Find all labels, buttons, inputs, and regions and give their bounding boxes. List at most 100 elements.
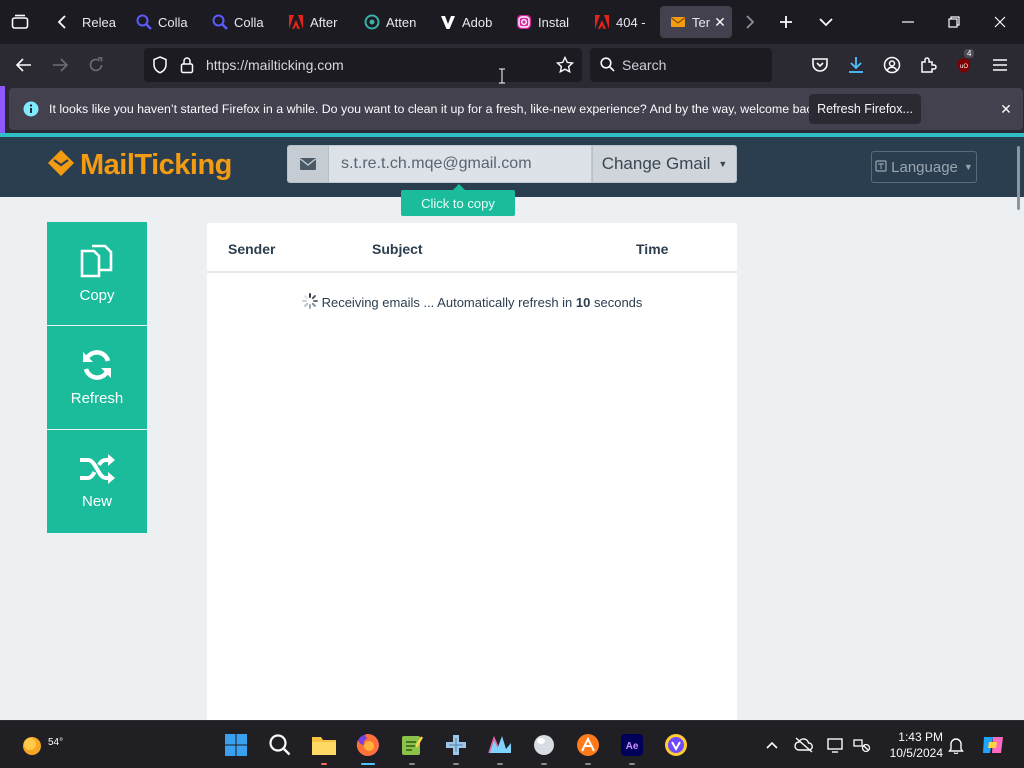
column-subject[interactable]: Subject [372,241,423,257]
creative-app-icon[interactable] [484,729,516,765]
padlock-icon[interactable] [180,56,194,77]
language-dropdown[interactable]: Language ▼ [871,151,977,183]
tab-label: Atten [386,14,417,30]
close-tab-icon[interactable]: ✕ [714,14,726,31]
show-hidden-icons-chevron-icon[interactable] [762,735,782,755]
caret-down-icon: ▼ [718,159,728,169]
tab-label: Colla [158,14,188,30]
display-icon[interactable] [826,735,846,755]
email-address-field[interactable]: s.t.re.t.ch.mqe@gmail.com [329,145,592,183]
new-email-button[interactable]: New [47,430,147,533]
running-indicator [585,763,591,765]
account-icon[interactable] [878,51,906,79]
column-sender[interactable]: Sender [228,241,275,257]
network-icon[interactable] [852,735,872,755]
url-text[interactable]: https://mailticking.com [206,57,344,73]
notes-app-icon[interactable] [396,729,428,765]
close-notification-icon[interactable]: ✕ [995,98,1017,120]
tab-after[interactable]: After [278,6,344,38]
envelope-icon [287,145,329,183]
inbox-table: Sender Subject Time Receiving emails ...… [207,223,737,720]
new-tab-icon[interactable] [772,8,800,36]
instagram-icon [516,14,532,30]
tab-manager-icon[interactable] [6,8,34,36]
restore-icon[interactable] [940,8,968,36]
close-window-icon[interactable] [986,8,1014,36]
file-explorer-icon[interactable] [308,729,340,765]
bookmark-star-icon[interactable] [555,55,575,77]
after-effects-icon[interactable]: Ae [616,729,648,765]
refresh-firefox-button[interactable]: Refresh Firefox... [809,94,921,124]
tab-label: Colla [234,14,264,30]
extensions-puzzle-icon[interactable] [914,51,942,79]
refresh-icon [83,350,111,380]
column-time[interactable]: Time [636,241,668,257]
tab-label: After [310,14,338,30]
change-gmail-button[interactable]: Change Gmail ▼ [592,145,737,183]
address-bar[interactable]: https://mailticking.com [144,48,582,84]
v-logo-icon [440,14,456,30]
copilot-icon[interactable] [980,732,1006,758]
list-all-tabs-icon[interactable] [812,8,840,36]
info-icon [23,101,39,122]
page-scrollbar[interactable] [1017,146,1020,210]
minimize-icon[interactable] [894,8,922,36]
change-gmail-label: Change Gmail [601,154,711,173]
inbox-header-row: Sender Subject Time [207,223,737,273]
clock-date: 10/5/2024 [889,746,943,760]
tab-attention[interactable]: Atten [354,6,420,38]
gamepad-app-icon[interactable] [440,729,472,765]
search-magnifier-icon [212,14,228,30]
refresh-countdown: 10 [575,295,591,310]
tab-collab-1[interactable]: Colla [126,6,192,38]
downloads-icon[interactable] [842,51,870,79]
running-indicator [497,763,503,765]
forward-arrow-icon[interactable] [46,51,74,79]
tab-404[interactable]: 404 - [584,6,650,38]
reload-icon[interactable] [82,51,110,79]
pocket-icon[interactable] [806,51,834,79]
web-page: MailTicking s.t.re.t.ch.mqe@gmail.com Ch… [0,137,1024,720]
running-indicator [321,763,327,765]
search-box[interactable]: Search [590,48,772,82]
logo-text: MailTicking [80,148,232,181]
refresh-button[interactable]: Refresh [47,326,147,429]
tab-label: Relea [82,14,116,30]
system-clock[interactable]: 1:43 PM 10/5/2024 [885,729,943,761]
language-label: Language [891,158,958,176]
tab-label: Adob [462,14,493,30]
tab-adobe[interactable]: Adob [430,6,496,38]
envelope-logo-icon [46,148,76,183]
circle-logo-icon [364,14,380,30]
inbox-status: Receiving emails ... Automatically refre… [207,293,737,312]
tracking-shield-icon[interactable] [152,56,168,77]
taskbar-search-icon[interactable] [264,729,296,761]
hamburger-menu-icon[interactable] [986,51,1014,79]
status-suffix: seconds [590,295,643,310]
tab-temp-mail[interactable]: Ter ✕ [660,6,732,38]
orb-app-icon[interactable] [528,729,560,765]
firefox-taskbar-icon[interactable] [352,729,384,765]
tab-label: Instal [538,14,570,30]
site-logo[interactable]: MailTicking [46,147,232,183]
notification-bell-icon[interactable] [946,735,966,755]
ublock-origin-icon[interactable]: uO 4 [950,49,978,79]
vlc-like-app-icon[interactable] [572,729,604,765]
weather-widget[interactable]: 54° [16,729,63,761]
translate-icon [875,159,887,176]
shuffle-icon [80,454,115,484]
caret-down-icon: ▼ [963,162,973,172]
copy-button[interactable]: Copy [47,222,147,325]
proton-vpn-icon[interactable] [660,729,692,761]
back-arrow-icon[interactable] [10,51,38,79]
onedrive-offline-icon[interactable] [794,735,814,755]
tab-install[interactable]: Instal [506,6,576,38]
tab-release[interactable]: Relea [72,6,116,38]
copy-tooltip[interactable]: Click to copy [401,184,515,216]
status-prefix: Receiving emails ... Automatically refre… [321,295,576,310]
tab-collab-2[interactable]: Colla [202,6,270,38]
start-windows-icon[interactable] [220,729,252,761]
site-header: MailTicking s.t.re.t.ch.mqe@gmail.com Ch… [0,137,1024,197]
scroll-tabs-right-icon[interactable] [736,8,764,36]
svg-text:uO: uO [960,64,968,70]
